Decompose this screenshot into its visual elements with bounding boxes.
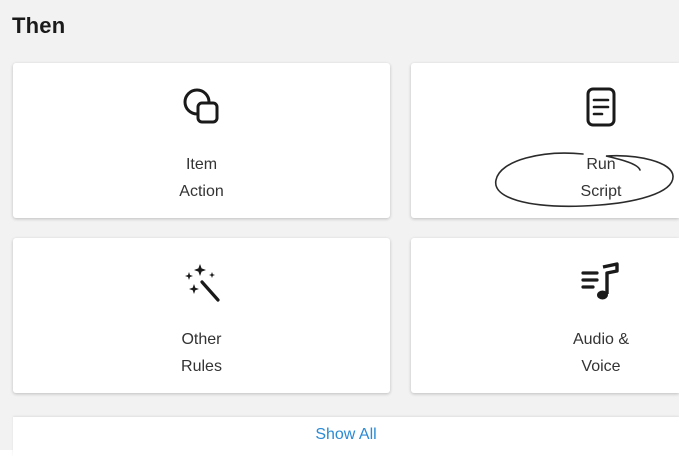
card-label: Item Action [179, 156, 224, 200]
card-label: Other Rules [181, 331, 222, 375]
item-action-icon [183, 88, 218, 124]
other-rules-card[interactable]: Other Rules [13, 238, 390, 393]
script-document-icon [586, 87, 616, 127]
item-action-card[interactable]: Item Action [13, 63, 390, 218]
section-title: Then [12, 13, 66, 38]
audio-voice-card[interactable]: Audio & Voice [411, 238, 679, 393]
run-script-card[interactable]: Run Script [411, 63, 679, 218]
music-note-list-icon [581, 262, 619, 300]
card-label: Audio & Voice [572, 331, 630, 375]
magic-wand-sparkles-icon [184, 264, 220, 302]
show-all-link[interactable]: Show All [13, 426, 679, 444]
then-actions-panel: Then Item Action Run Script Other Rules … [0, 0, 679, 457]
card-label: Run Script [580, 156, 622, 200]
show-all-bar: Show All [13, 417, 679, 457]
